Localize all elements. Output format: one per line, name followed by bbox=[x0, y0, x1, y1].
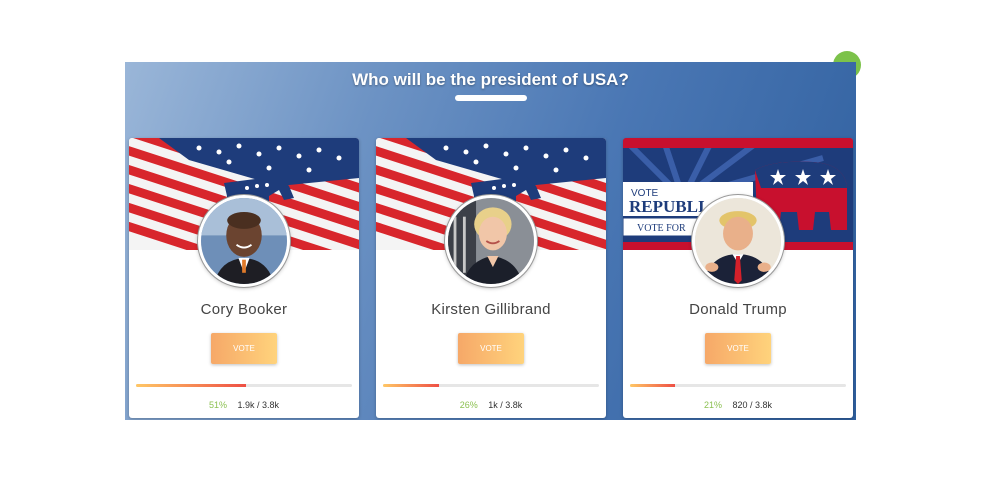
vote-stats: 51% 1.9k / 3.8k bbox=[129, 400, 359, 410]
vote-count: 1k / 3.8k bbox=[488, 400, 523, 410]
vote-stats: 26% 1k / 3.8k bbox=[376, 400, 606, 410]
candidate-name: Donald Trump bbox=[689, 301, 787, 318]
title-underline bbox=[455, 95, 527, 101]
vote-progress-bar bbox=[630, 384, 846, 387]
vote-percent: 51% bbox=[208, 400, 227, 410]
banner-text-vote-for: VOTE FOR bbox=[637, 223, 686, 234]
vote-stats: 21% 820 / 3.8k bbox=[623, 400, 853, 410]
candidate-card-donald-trump: VOTE REPUBLI VOTE FOR Donald Trump VOTE … bbox=[623, 138, 853, 418]
avatar bbox=[692, 195, 784, 287]
candidate-card-kirsten-gillibrand: Kirsten Gillibrand VOTE 26% 1k / 3.8k bbox=[376, 138, 606, 418]
banner-text-republi: REPUBLI bbox=[629, 197, 705, 216]
candidate-name: Kirsten Gillibrand bbox=[431, 301, 551, 318]
vote-progress-fill bbox=[136, 384, 247, 387]
avatar bbox=[445, 195, 537, 287]
vote-count: 820 / 3.8k bbox=[732, 400, 773, 410]
candidate-name: Cory Booker bbox=[200, 301, 288, 318]
vote-button[interactable]: VOTE bbox=[458, 333, 524, 364]
vote-progress-fill bbox=[630, 384, 676, 387]
vote-progress-bar bbox=[136, 384, 352, 387]
vote-percent: 26% bbox=[459, 400, 478, 410]
poll-panel: Who will be the president of USA? Cory B… bbox=[125, 62, 856, 420]
candidate-card-cory-booker: Cory Booker VOTE 51% 1.9k / 3.8k bbox=[129, 138, 359, 418]
vote-percent: 21% bbox=[703, 400, 722, 410]
poll-title: Who will be the president of USA? bbox=[352, 70, 629, 89]
avatar bbox=[198, 195, 290, 287]
vote-count: 1.9k / 3.8k bbox=[237, 400, 280, 410]
vote-progress-bar bbox=[383, 384, 599, 387]
vote-progress-fill bbox=[383, 384, 440, 387]
vote-button[interactable]: VOTE bbox=[211, 333, 277, 364]
vote-button[interactable]: VOTE bbox=[705, 333, 771, 364]
